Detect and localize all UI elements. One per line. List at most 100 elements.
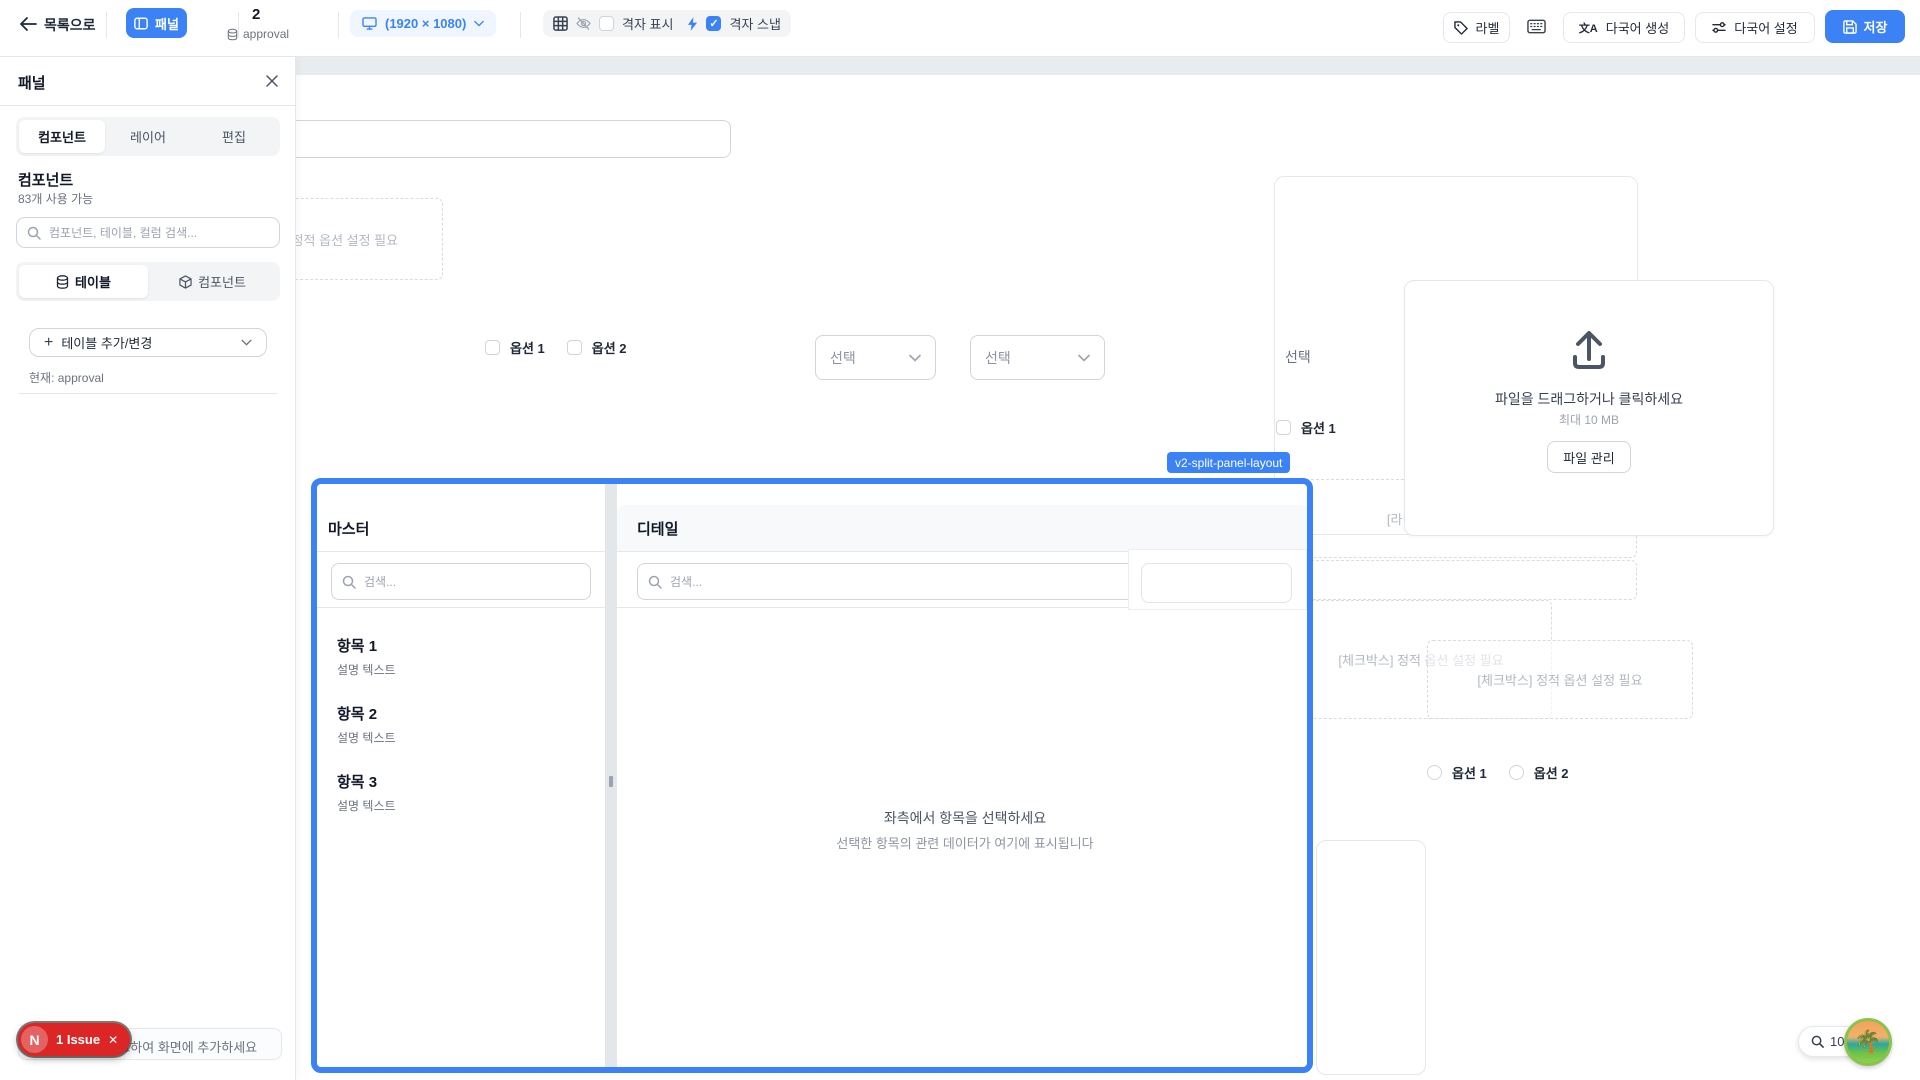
tab-components[interactable]: 컴포넌트 xyxy=(19,120,105,153)
issue-badge[interactable]: N 1 Issue ✕ xyxy=(18,1023,130,1056)
panel-checkbox-label: 옵션 1 xyxy=(1301,418,1336,437)
chevron-down-icon xyxy=(474,20,484,27)
grid-show-label: 격자 표시 xyxy=(622,14,673,33)
canvas-radio-group: 옵션 1 옵션 2 xyxy=(1427,763,1569,782)
back-to-list-button[interactable]: 목록으로 xyxy=(44,15,96,35)
overlay-field-input[interactable] xyxy=(1141,563,1292,603)
component-search-field[interactable] xyxy=(49,226,269,240)
canvas-text-input[interactable] xyxy=(240,120,731,158)
divider xyxy=(317,607,605,608)
checkbox-option2-label: 옵션 2 xyxy=(592,338,627,357)
subtab-component-label: 컴포넌트 xyxy=(198,272,246,291)
canvas-tall-box[interactable] xyxy=(1316,840,1426,1075)
subtab-table[interactable]: 테이블 xyxy=(19,265,148,298)
detail-panel-header: 디테일 xyxy=(617,505,1313,552)
components-section-title: 컴포넌트 xyxy=(18,169,73,190)
component-search-input[interactable] xyxy=(16,217,280,248)
sliders-icon xyxy=(1712,21,1726,34)
checkbox-config-hint-text-2: [체크박스] 정적 옵션 설정 필요 xyxy=(1477,670,1642,689)
file-manage-button[interactable]: 파일 관리 xyxy=(1547,441,1631,473)
viewport-size-selector[interactable]: (1920 × 1080) xyxy=(350,10,496,37)
panel-toggle-button[interactable]: 패널 xyxy=(126,8,187,38)
database-icon xyxy=(227,28,238,41)
database-icon xyxy=(56,275,69,289)
panel-resizer[interactable] xyxy=(605,478,617,1073)
divider xyxy=(520,12,521,38)
save-button-label: 저장 xyxy=(1864,17,1888,36)
save-button[interactable]: 저장 xyxy=(1825,10,1905,43)
subtab-component[interactable]: 컴포넌트 xyxy=(148,265,277,298)
radio-option2[interactable] xyxy=(1509,765,1524,780)
detail-panel-title: 디테일 xyxy=(637,518,678,539)
divider xyxy=(106,12,107,38)
sidebar-subtabs: 테이블 컴포넌트 xyxy=(16,262,280,301)
grid-tool-group: 격자 표시 ✓ 격자 스냅 xyxy=(543,10,791,37)
grid-icon xyxy=(553,16,568,31)
item-title: 항목 1 xyxy=(337,635,396,656)
master-panel-title: 마스터 xyxy=(328,518,369,539)
tab-edit[interactable]: 편집 xyxy=(191,120,277,153)
upload-icon xyxy=(1569,329,1609,371)
island-widget-icon[interactable]: 🌴 xyxy=(1844,1018,1892,1066)
i18n-generate-button[interactable]: 文A 다국어 생성 xyxy=(1563,12,1685,43)
file-upload-card[interactable]: 파일을 드래그하거나 클릭하세요 최대 10 MB 파일 관리 xyxy=(1404,280,1774,536)
grid-show-checkbox[interactable] xyxy=(599,16,614,31)
eye-off-icon[interactable] xyxy=(576,17,591,30)
panel-checkbox-group: 옵션 1 xyxy=(1276,418,1336,437)
checkbox-option1-label: 옵션 1 xyxy=(510,338,545,357)
chevron-down-icon xyxy=(241,339,252,346)
divider xyxy=(18,393,278,394)
back-arrow-icon[interactable] xyxy=(18,14,38,34)
panel-sidebar: 패널 컴포넌트 레이어 편집 컴포넌트 83개 사용 가능 테이블 xyxy=(0,57,296,1080)
master-search-field[interactable] xyxy=(364,575,580,589)
divider xyxy=(0,105,296,106)
keyboard-icon[interactable] xyxy=(1527,19,1546,34)
panel-checkbox[interactable] xyxy=(1276,420,1291,435)
search-icon xyxy=(27,226,41,240)
checkbox-config-hint-box-2[interactable]: [체크박스] 정적 옵션 설정 필요 xyxy=(1427,640,1693,719)
component-type-badge: v2-split-panel-layout xyxy=(1167,452,1290,473)
master-list-item[interactable]: 항목 2 설명 텍스트 xyxy=(337,703,396,746)
grid-snap-checkbox[interactable]: ✓ xyxy=(706,16,721,31)
upload-limit: 최대 10 MB xyxy=(1405,411,1773,428)
tab-layers[interactable]: 레이어 xyxy=(105,120,191,153)
checkbox-option1[interactable] xyxy=(485,340,500,355)
chevron-down-icon xyxy=(909,354,921,362)
select2-value: 선택 xyxy=(985,348,1011,368)
close-icon[interactable] xyxy=(262,71,282,91)
sidebar-tabbar: 컴포넌트 레이어 편집 xyxy=(16,117,280,156)
chevron-down-icon xyxy=(1078,354,1090,362)
canvas-select-2[interactable]: 선택 xyxy=(970,335,1105,380)
master-list-item[interactable]: 항목 3 설명 텍스트 xyxy=(337,771,396,814)
overlay-field-container xyxy=(1128,549,1307,610)
grid-snap-label: 격자 스냅 xyxy=(729,14,780,33)
empty-config-hint-box[interactable] xyxy=(1290,560,1637,600)
monitor-icon xyxy=(362,17,377,30)
components-count: 83개 사용 가능 xyxy=(18,190,93,207)
add-table-label: 테이블 추가/변경 xyxy=(61,333,152,352)
checkbox-option2[interactable] xyxy=(567,340,582,355)
panel-button-label: 패널 xyxy=(155,14,179,33)
select1-value: 선택 xyxy=(830,348,856,368)
master-search-input[interactable] xyxy=(331,563,591,600)
label-button[interactable]: 라벨 xyxy=(1443,12,1510,43)
radio-option1[interactable] xyxy=(1427,765,1442,780)
item-title: 항목 2 xyxy=(337,703,396,724)
issue-badge-label: 1 Issue xyxy=(56,1032,100,1047)
i18n-settings-button[interactable]: 다국어 설정 xyxy=(1695,12,1815,43)
box-icon xyxy=(179,275,192,289)
subtab-table-label: 테이블 xyxy=(75,272,111,291)
top-toolbar: 목록으로 패널 2 approval (1920 × 1080) xyxy=(0,0,1920,57)
app: [셀렉트] 정적 옵션 설정 필요 옵션 1 옵션 2 선택 선택 선택 옵션 … xyxy=(0,0,1920,1080)
sidebar-title: 패널 xyxy=(18,72,46,93)
radio-option2-label: 옵션 2 xyxy=(1534,763,1569,782)
close-icon[interactable]: ✕ xyxy=(108,1033,118,1047)
upload-title: 파일을 드래그하거나 클릭하세요 xyxy=(1405,389,1773,409)
add-table-button[interactable]: + 테이블 추가/변경 xyxy=(29,328,267,357)
issue-badge-logo: N xyxy=(21,1026,48,1053)
canvas-select-1[interactable]: 선택 xyxy=(815,335,936,380)
item-desc: 설명 텍스트 xyxy=(337,661,396,678)
item-desc: 설명 텍스트 xyxy=(337,797,396,814)
resizer-grip-icon[interactable] xyxy=(609,776,613,787)
master-list-item[interactable]: 항목 1 설명 텍스트 xyxy=(337,635,396,678)
